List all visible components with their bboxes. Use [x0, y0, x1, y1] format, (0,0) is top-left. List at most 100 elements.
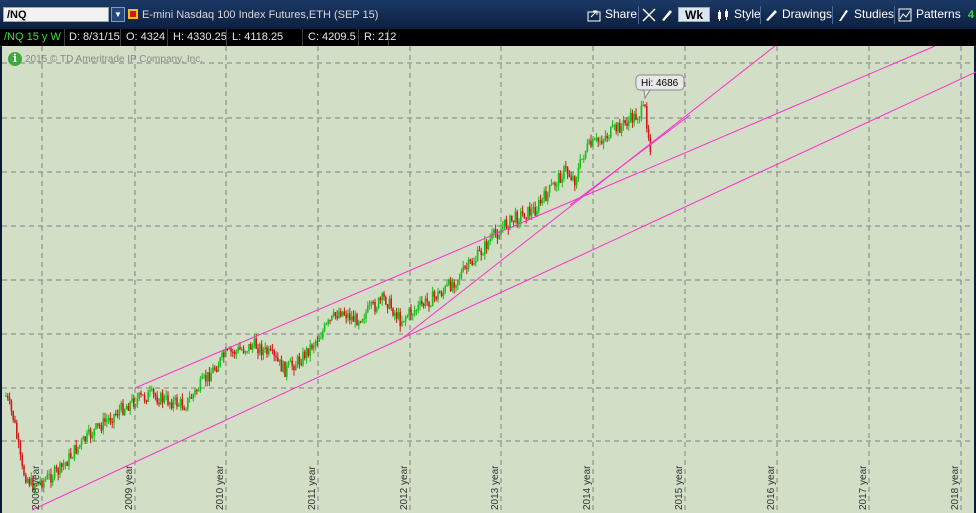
candle [176, 397, 178, 407]
expand-icon [642, 7, 656, 22]
candle [107, 417, 110, 420]
candle [235, 350, 238, 355]
candle [183, 407, 185, 410]
candle [201, 376, 203, 379]
period-button[interactable]: Wk [678, 7, 710, 22]
candle [314, 341, 317, 346]
candle [336, 315, 338, 319]
candle [503, 219, 506, 227]
candle [556, 185, 558, 187]
candle [426, 298, 428, 302]
toolbar-divider [638, 6, 639, 24]
candle [462, 266, 464, 272]
crosshair-button[interactable] [642, 6, 656, 23]
quote-divider [226, 29, 227, 46]
candle [325, 323, 328, 325]
candle [516, 211, 518, 224]
candle [617, 122, 619, 132]
candle [550, 184, 553, 186]
candle [53, 466, 56, 479]
candle [169, 402, 171, 405]
symbol-dropdown-button[interactable]: ▼ [111, 7, 125, 22]
candle [127, 405, 130, 411]
candle [377, 297, 380, 309]
candle [170, 402, 173, 409]
quote-range: R: 212 [364, 31, 397, 43]
candle [419, 301, 421, 305]
candle [66, 462, 68, 466]
info-icon[interactable]: i [8, 52, 22, 66]
corner-indicator[interactable]: 4 [968, 9, 974, 21]
candle [206, 372, 209, 382]
candle [552, 182, 554, 185]
quote-low: L: 4118.25 [232, 31, 284, 43]
candle [52, 478, 54, 483]
candle [475, 260, 477, 264]
candle [584, 150, 587, 159]
candle [143, 395, 146, 401]
candle [190, 397, 193, 399]
x-tick-label: 2015 year [674, 465, 685, 510]
candle [592, 139, 594, 147]
candle [199, 378, 202, 391]
candle [453, 282, 455, 288]
style-button[interactable]: Style [716, 6, 761, 23]
candle [122, 402, 124, 415]
candle [421, 301, 423, 305]
share-button[interactable]: Share [587, 6, 637, 23]
x-tick-label: 2008 year [31, 465, 42, 510]
candle [278, 359, 281, 362]
candle [338, 311, 340, 319]
hi-label: Hi: 4686 [641, 78, 679, 89]
candle [588, 140, 590, 144]
candle [244, 351, 247, 353]
candle [343, 311, 346, 315]
candle [194, 389, 196, 395]
candle [246, 351, 248, 353]
candle [534, 207, 536, 216]
candle [104, 418, 106, 422]
candle [23, 465, 25, 476]
candle [284, 361, 286, 377]
candle [322, 331, 324, 338]
candle [17, 438, 20, 443]
candle [149, 389, 151, 392]
candle [329, 320, 331, 322]
candle [327, 320, 329, 324]
candle [208, 372, 211, 382]
drawings-button-label: Drawings [782, 7, 833, 21]
candle [593, 139, 596, 141]
candle [487, 241, 490, 250]
candle [538, 199, 540, 211]
patterns-button[interactable]: Patterns [898, 6, 961, 23]
candle [79, 445, 81, 447]
flag-icon[interactable] [128, 9, 138, 19]
candle [332, 312, 335, 316]
drawings-button[interactable]: Drawings [764, 6, 832, 23]
candle [115, 413, 117, 415]
candle [302, 351, 304, 366]
candle [138, 392, 140, 399]
candle [296, 356, 299, 366]
symbol-input[interactable]: /NQ [3, 7, 109, 22]
candle [536, 210, 538, 216]
candle [359, 321, 362, 323]
study-label[interactable]: /NQ 15 y W [4, 31, 61, 43]
candle [439, 291, 441, 294]
candle [120, 402, 122, 410]
candle [350, 316, 353, 321]
candle [413, 310, 416, 315]
candle [241, 349, 243, 351]
candle [352, 316, 355, 322]
candle [61, 463, 63, 467]
price-chart[interactable]: 2008 year 2009 year 2010 year 2011 year 2012… [0, 46, 976, 513]
candle [75, 444, 77, 454]
candle [356, 314, 358, 326]
candle [109, 417, 112, 422]
pencil-tool-button[interactable] [660, 6, 674, 23]
candle [599, 141, 601, 143]
candle [644, 104, 646, 107]
studies-button[interactable]: Studies [836, 6, 894, 23]
candle [82, 436, 85, 440]
x-tick-label: 2018 year [950, 465, 961, 510]
